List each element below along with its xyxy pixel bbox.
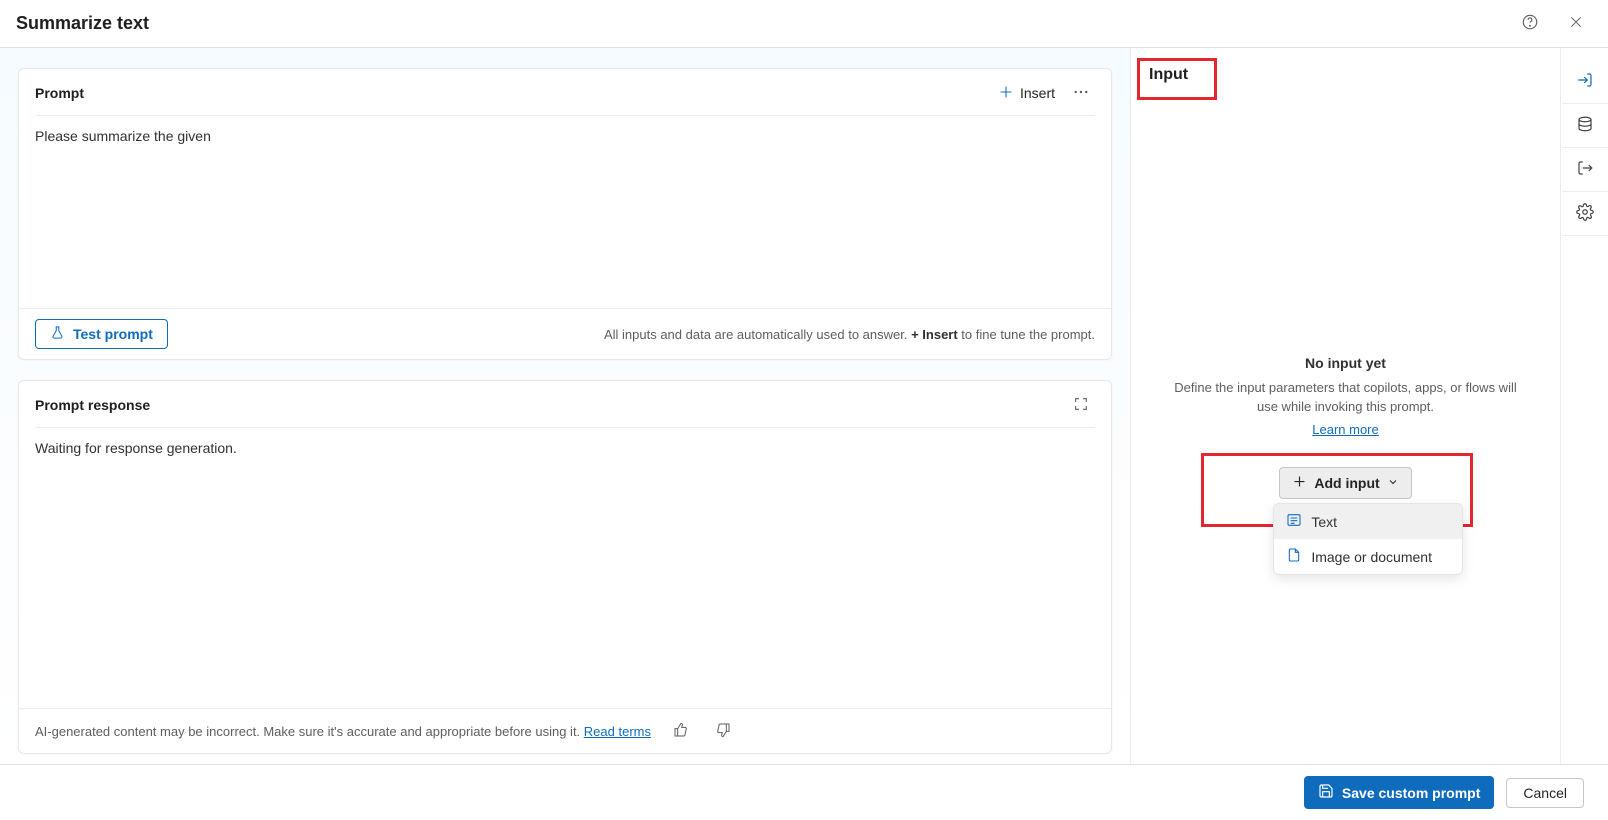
dropdown-item-text[interactable]: Text — [1274, 504, 1462, 539]
insert-label: Insert — [1020, 85, 1055, 101]
test-prompt-label: Test prompt — [73, 326, 153, 342]
help-button[interactable] — [1514, 8, 1546, 40]
close-button[interactable] — [1560, 8, 1592, 40]
no-input-description: Define the input parameters that copilot… — [1167, 379, 1524, 417]
more-icon — [1072, 83, 1090, 104]
response-card-header: Prompt response — [19, 381, 1111, 427]
hint-pre: All inputs and data are automatically us… — [604, 327, 911, 342]
thumbs-down-icon — [715, 722, 731, 741]
dropdown-text-label: Text — [1311, 514, 1337, 530]
response-footer: AI-generated content may be incorrect. M… — [19, 708, 1111, 753]
input-arrow-icon — [1576, 71, 1594, 92]
thumbs-down-button[interactable] — [711, 719, 735, 743]
prompt-footer: Test prompt All inputs and data are auto… — [19, 308, 1111, 359]
thumbs-up-icon — [673, 722, 689, 741]
add-input-container: Add input Text — [1279, 467, 1411, 499]
thumbs-up-button[interactable] — [669, 719, 693, 743]
plus-icon — [1292, 474, 1307, 492]
header-bar: Summarize text — [0, 0, 1608, 48]
add-input-label: Add input — [1314, 475, 1379, 491]
page-title: Summarize text — [16, 13, 149, 34]
test-prompt-button[interactable]: Test prompt — [35, 319, 168, 349]
right-panel: Input No input yet Define the input para… — [1130, 48, 1560, 764]
prompt-editor[interactable]: Please summarize the given — [19, 116, 1111, 308]
hint-post: to fine tune the prompt. — [958, 327, 1095, 342]
disclaimer-text: AI-generated content may be incorrect. M… — [35, 724, 651, 739]
response-card-title: Prompt response — [35, 397, 150, 413]
prompt-card-title: Prompt — [35, 85, 84, 101]
expand-icon — [1073, 396, 1089, 415]
prompt-hint: All inputs and data are automatically us… — [604, 327, 1095, 342]
left-column: Prompt Insert Please sum — [0, 48, 1130, 764]
prompt-card: Prompt Insert Please sum — [18, 68, 1112, 360]
learn-more-link[interactable]: Learn more — [1312, 422, 1378, 437]
more-button[interactable] — [1067, 79, 1095, 107]
header-actions — [1514, 8, 1592, 40]
add-input-dropdown: Text Image or document — [1273, 503, 1463, 575]
input-tab[interactable]: Input — [1137, 58, 1202, 90]
expand-button[interactable] — [1067, 391, 1095, 419]
plus-icon — [998, 84, 1014, 103]
insert-button[interactable]: Insert — [998, 84, 1055, 103]
flask-icon — [50, 325, 65, 343]
database-icon — [1576, 115, 1594, 136]
save-label: Save custom prompt — [1342, 785, 1480, 801]
read-terms-link[interactable]: Read terms — [584, 724, 651, 739]
chevron-down-icon — [1387, 475, 1399, 491]
dropdown-image-doc-label: Image or document — [1311, 549, 1432, 565]
rail-settings-button[interactable] — [1562, 192, 1608, 236]
footer-bar: Save custom prompt Cancel — [0, 764, 1608, 820]
tool-rail — [1560, 48, 1608, 764]
response-card: Prompt response Waiting for response gen… — [18, 380, 1112, 754]
help-icon — [1521, 13, 1539, 34]
rail-input-button[interactable] — [1562, 60, 1608, 104]
cancel-button[interactable]: Cancel — [1506, 778, 1584, 808]
text-icon — [1286, 512, 1302, 531]
add-input-button[interactable]: Add input — [1279, 467, 1411, 499]
right-panel-empty-state: No input yet Define the input parameters… — [1131, 90, 1560, 764]
close-icon — [1568, 14, 1584, 33]
no-input-title: No input yet — [1305, 355, 1386, 371]
prompt-card-actions: Insert — [998, 79, 1095, 107]
disclaimer-content: AI-generated content may be incorrect. M… — [35, 724, 584, 739]
rail-output-button[interactable] — [1562, 148, 1608, 192]
hint-bold: + Insert — [911, 327, 958, 342]
dropdown-item-image-document[interactable]: Image or document — [1274, 539, 1462, 574]
gear-icon — [1576, 203, 1594, 224]
save-custom-prompt-button[interactable]: Save custom prompt — [1304, 776, 1494, 809]
save-icon — [1318, 783, 1334, 802]
rail-data-button[interactable] — [1562, 104, 1608, 148]
prompt-card-header: Prompt Insert — [19, 69, 1111, 115]
output-arrow-icon — [1576, 159, 1594, 180]
main-area: Prompt Insert Please sum — [0, 48, 1608, 764]
response-body: Waiting for response generation. — [19, 428, 1111, 708]
document-icon — [1286, 547, 1302, 566]
